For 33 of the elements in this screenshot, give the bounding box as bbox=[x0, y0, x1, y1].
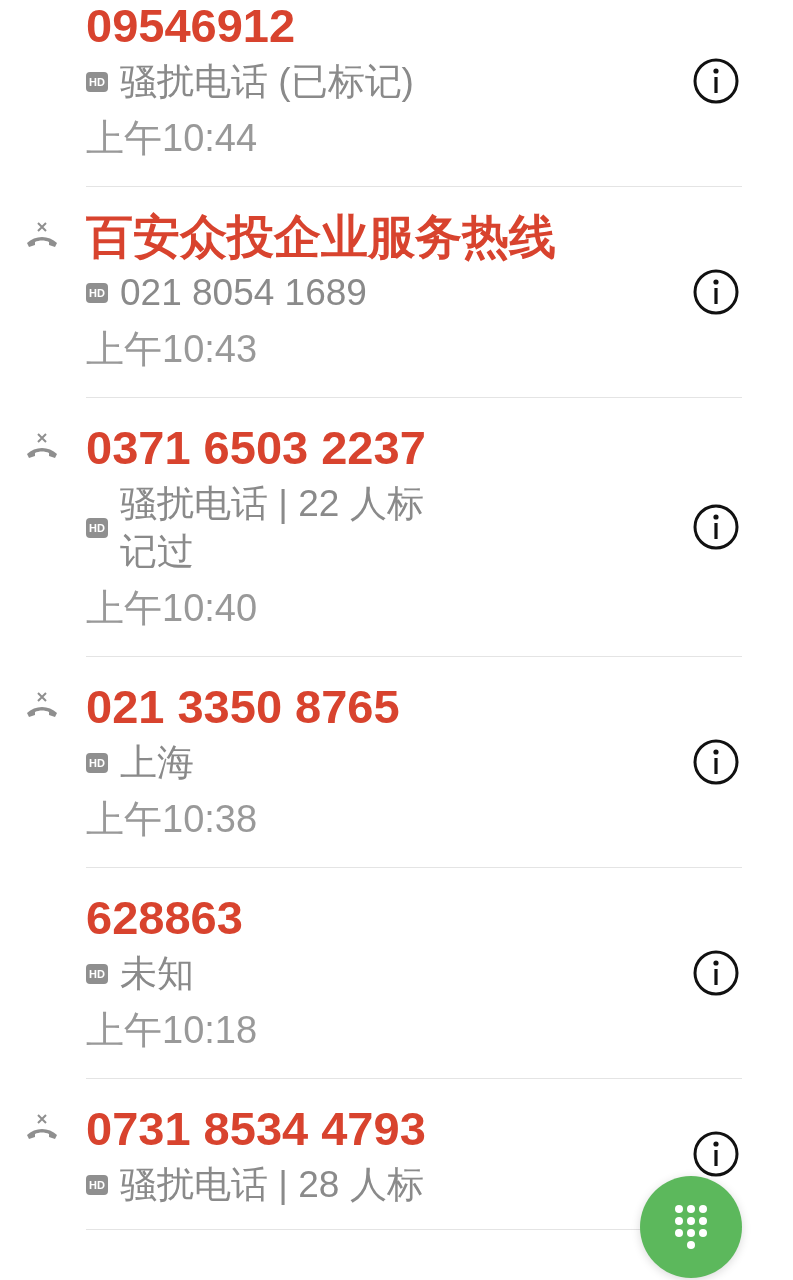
call-detail: 骚扰电话 | 28 人标 bbox=[120, 1163, 424, 1207]
missed-call-icon bbox=[24, 691, 60, 719]
info-icon[interactable] bbox=[692, 949, 740, 997]
hd-badge: HD bbox=[86, 753, 108, 773]
caller-name: 628863 bbox=[86, 890, 244, 946]
hd-badge: HD bbox=[86, 964, 108, 984]
call-detail: 未知 bbox=[120, 952, 194, 996]
hd-badge: HD bbox=[86, 72, 108, 92]
info-icon[interactable] bbox=[692, 268, 740, 316]
call-detail: 021 8054 1689 bbox=[120, 271, 367, 315]
caller-name: 百安众投企业服务热线 bbox=[86, 209, 557, 265]
call-time: 上午10:43 bbox=[86, 327, 259, 372]
info-icon[interactable] bbox=[692, 738, 740, 786]
missed-call-icon bbox=[24, 432, 60, 460]
info-icon[interactable] bbox=[692, 1130, 740, 1178]
call-time: 上午10:38 bbox=[86, 797, 259, 842]
missed-call-icon bbox=[24, 221, 60, 249]
info-icon[interactable] bbox=[692, 57, 740, 105]
hd-badge: HD bbox=[86, 1175, 108, 1195]
hd-badge: HD bbox=[86, 283, 108, 303]
missed-call-icon bbox=[24, 1113, 60, 1141]
call-time: 上午10:44 bbox=[86, 116, 259, 161]
caller-name: 021 3350 8765 bbox=[86, 679, 401, 735]
caller-name: 0731 8534 4793 bbox=[86, 1101, 427, 1157]
call-time: 上午10:40 bbox=[86, 586, 259, 631]
caller-name: 0371 6503 2237 bbox=[86, 420, 427, 476]
call-detail: 骚扰电话 | 22 人标记过 bbox=[120, 482, 425, 574]
call-detail: 骚扰电话 (已标记) bbox=[120, 60, 414, 104]
info-icon[interactable] bbox=[692, 503, 740, 551]
call-time: 上午10:18 bbox=[86, 1008, 259, 1053]
call-detail: 上海 bbox=[120, 741, 194, 785]
hd-badge: HD bbox=[86, 518, 108, 538]
caller-name: 09546912 bbox=[86, 0, 297, 54]
